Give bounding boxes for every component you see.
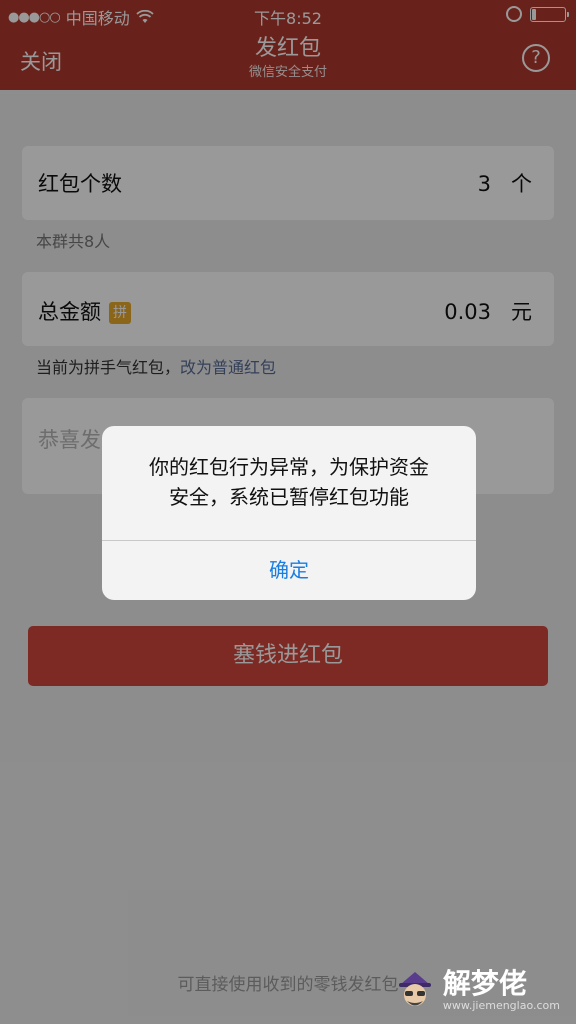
alert-message-line-1: 你的红包行为异常，为保护资金 — [149, 455, 429, 479]
watermark-logo-icon — [398, 972, 431, 1006]
alert-dialog: 你的红包行为异常，为保护资金 安全，系统已暂停红包功能 确定 — [102, 426, 476, 600]
alert-message: 你的红包行为异常，为保护资金 安全，系统已暂停红包功能 — [122, 452, 456, 512]
confirm-button[interactable]: 确定 — [102, 541, 476, 600]
watermark-text: 解梦佬 — [442, 966, 527, 1000]
watermark-text-group: 解梦佬 www.jiemenglao.com — [442, 966, 560, 1012]
watermark-url: www.jiemenglao.com — [442, 998, 560, 1012]
alert-message-line-2: 安全，系统已暂停红包功能 — [169, 485, 409, 509]
watermark: 解梦佬 www.jiemenglao.com — [393, 968, 560, 1012]
